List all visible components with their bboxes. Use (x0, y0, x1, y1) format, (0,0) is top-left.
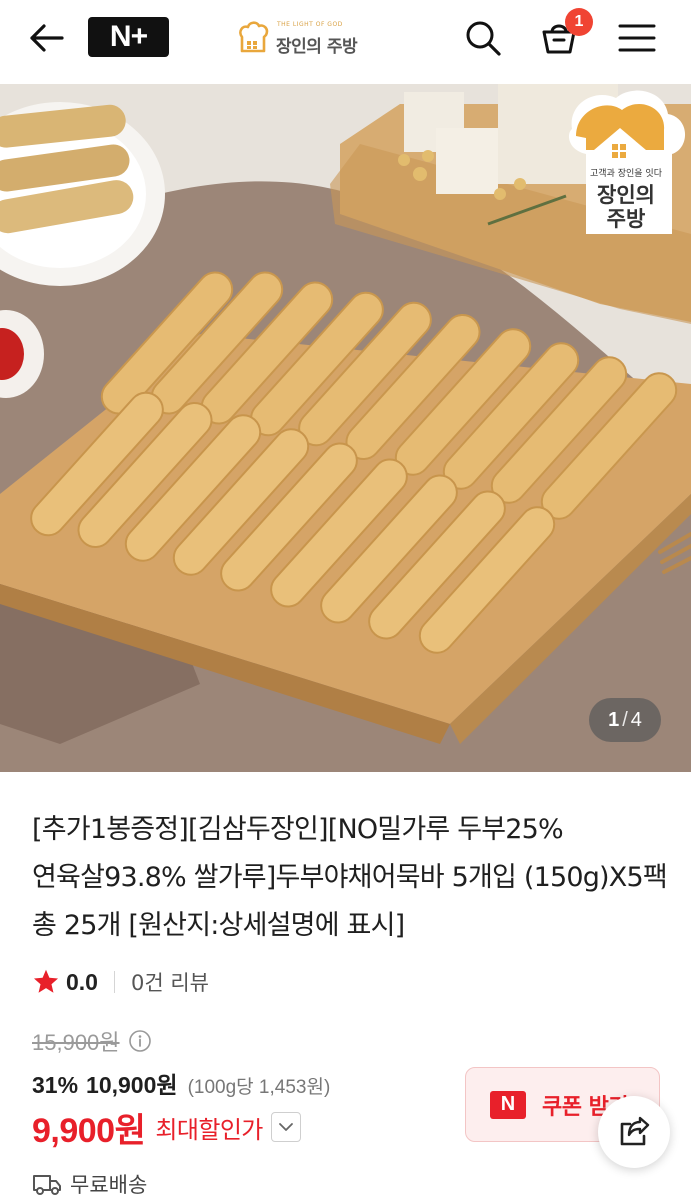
search-icon (466, 21, 501, 56)
max-discount-toggle[interactable] (270, 1112, 301, 1142)
brand-name: 장인의 주방 (276, 37, 358, 57)
top-header: N+ THE LIGHT OF GOD 장인의 주방 1 (0, 0, 691, 84)
svg-text:장인의: 장인의 (597, 183, 655, 207)
nplus-store-badge[interactable]: N+ (88, 17, 169, 57)
info-icon[interactable] (128, 1029, 152, 1053)
discount-rate: 31% (32, 1072, 79, 1098)
svg-text:고객과 장인을 잇다: 고객과 장인을 잇다 (590, 167, 663, 179)
unit-price: (100g당 1,453원) (187, 1077, 331, 1098)
search-button[interactable] (457, 12, 509, 64)
image-counter: 1 / 4 (589, 698, 661, 742)
counter-current: 1 (608, 708, 620, 731)
svg-text:주방: 주방 (607, 207, 646, 231)
product-image-carousel[interactable]: 고객과 장인을 잇다 장인의 주방 1 / 4 (0, 84, 691, 772)
brand-logo-link[interactable] (236, 18, 274, 58)
product-title: [추가1봉증정][김삼두장인][NO밀가루 두부25% 연육살93.8% 쌀가루… (32, 814, 668, 941)
counter-total: 4 (630, 708, 642, 731)
share-icon (620, 1116, 650, 1146)
original-price-row: 15,900원 (32, 1024, 152, 1058)
truck-icon (33, 1175, 61, 1195)
naver-n-icon: N (490, 1090, 526, 1119)
rating-row: 0.0 0건 리뷰 (32, 964, 209, 1000)
chevron-down-icon (278, 1123, 293, 1131)
discount-price: 10,900원 (86, 1072, 178, 1098)
hamburger-menu-icon (618, 24, 656, 52)
shipping-label: 무료배송 (70, 1173, 148, 1197)
product-photo: 고객과 장인을 잇다 장인의 주방 (0, 84, 691, 772)
original-price: 15,900원 (32, 1030, 120, 1055)
max-discount-price: 9,900원 (32, 1111, 146, 1150)
discount-price-row: 31% 10,900원 (100g당 1,453원) (32, 1066, 330, 1100)
divider (113, 971, 115, 993)
counter-separator: / (622, 708, 628, 731)
menu-button[interactable] (611, 12, 663, 64)
back-button[interactable] (22, 16, 70, 60)
rating-score: 0.0 (66, 968, 98, 995)
cart-count-badge: 1 (565, 8, 593, 36)
share-button[interactable] (598, 1096, 670, 1168)
star-icon (33, 969, 59, 993)
review-count-link[interactable]: 0건 리뷰 (131, 967, 209, 997)
brand-house-icon (239, 21, 269, 53)
shipping-row: 무료배송 (32, 1168, 147, 1200)
max-discount-row: 9,900원 최대할인가 (32, 1104, 301, 1150)
arrow-left-icon (30, 24, 64, 52)
brand-tagline: THE LIGHT OF GOD (277, 21, 343, 28)
max-discount-label: 최대할인가 (155, 1115, 263, 1144)
